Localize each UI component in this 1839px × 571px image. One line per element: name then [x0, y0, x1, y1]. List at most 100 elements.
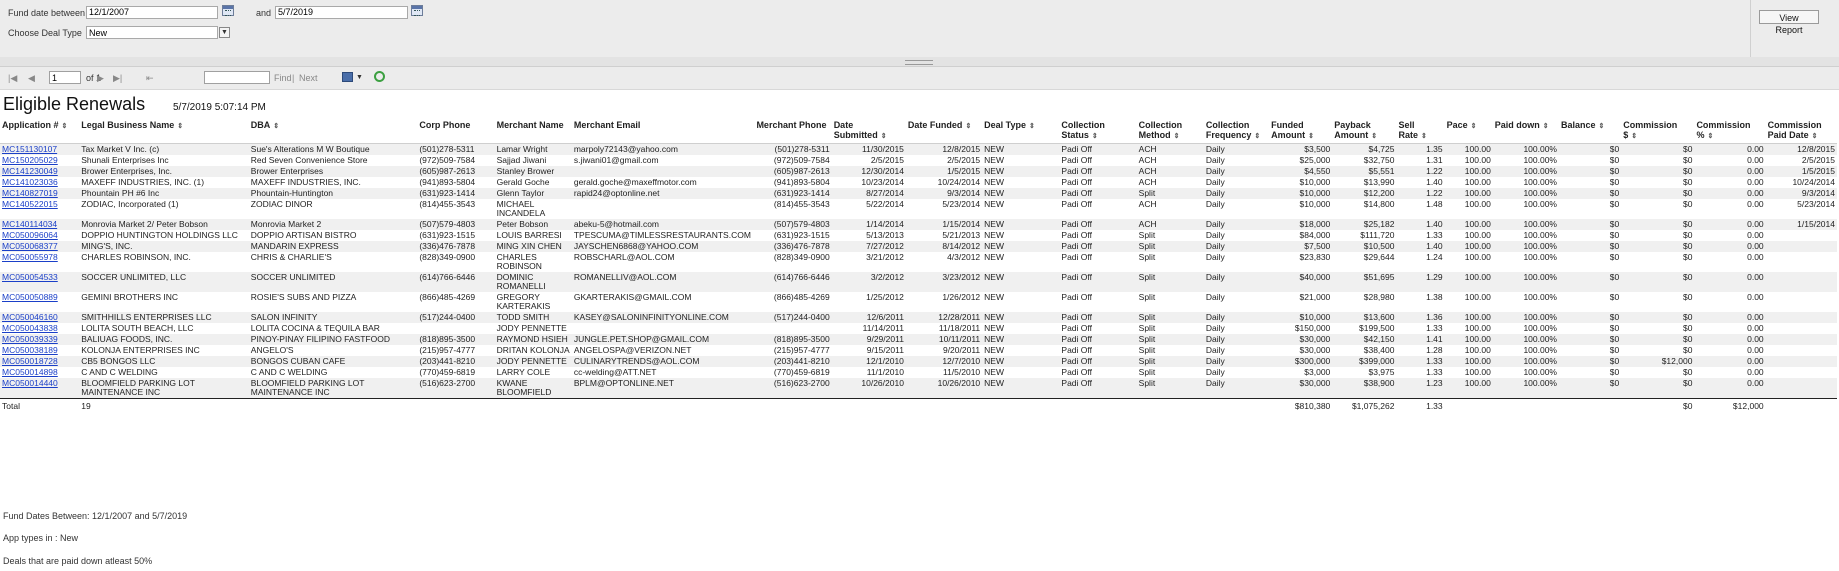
sort-icon[interactable]: ⇕: [1371, 133, 1377, 140]
sort-icon[interactable]: ⇕: [1812, 133, 1818, 140]
application-link[interactable]: MC141023036: [2, 177, 58, 187]
table-cell: $300,000: [1269, 356, 1333, 367]
calendar-icon[interactable]: [222, 5, 234, 16]
sort-icon[interactable]: ⇕: [1092, 133, 1098, 140]
sort-icon[interactable]: ⇕: [273, 123, 279, 130]
application-link[interactable]: MC050055978: [2, 252, 58, 262]
application-link[interactable]: MC141230049: [2, 166, 58, 176]
last-page-icon[interactable]: ▶|: [113, 73, 122, 84]
table-cell: 0.00: [1747, 177, 1764, 187]
chevron-down-icon[interactable]: ▼: [356, 74, 363, 81]
previous-page-icon[interactable]: ◀: [28, 73, 35, 84]
column-header[interactable]: Collection Frequency ⇕: [1203, 118, 1270, 144]
column-header[interactable]: Pace ⇕: [1444, 118, 1493, 144]
column-header[interactable]: DBA ⇕: [248, 118, 418, 144]
sort-icon[interactable]: ⇕: [1029, 123, 1035, 130]
application-link[interactable]: MC150205029: [2, 155, 58, 165]
column-header[interactable]: Commission Paid Date ⇕: [1765, 118, 1837, 144]
table-cell: 0.00: [1747, 367, 1764, 377]
page-number-input[interactable]: 1: [49, 71, 81, 84]
application-link[interactable]: MC050068377: [2, 241, 58, 251]
back-icon[interactable]: ⇤: [146, 73, 154, 84]
sort-icon[interactable]: ⇕: [881, 133, 887, 140]
sort-icon[interactable]: ⇕: [1631, 133, 1637, 140]
grip-icon[interactable]: [905, 60, 933, 65]
table-cell: 100.00: [1464, 292, 1491, 302]
column-header[interactable]: Sell Rate ⇕: [1396, 118, 1445, 144]
table-cell: $0: [1609, 199, 1620, 209]
application-link[interactable]: MC050050889: [2, 292, 58, 302]
application-link[interactable]: MC050043838: [2, 323, 58, 333]
sort-icon[interactable]: ⇕: [1471, 123, 1477, 130]
column-header[interactable]: Collection Status ⇕: [1059, 118, 1137, 144]
table-cell: 1/15/2014: [905, 219, 983, 230]
chevron-down-icon[interactable]: ▼: [219, 27, 230, 38]
export-icon[interactable]: [342, 72, 353, 82]
table-cell: s.jiwani01@gmail.com: [573, 155, 659, 165]
total-cell: $0: [1621, 398, 1695, 412]
total-cell: [905, 398, 983, 412]
sort-icon[interactable]: ⇕: [62, 123, 68, 130]
table-cell: Split: [1136, 188, 1204, 199]
application-link[interactable]: MC050018728: [2, 356, 58, 366]
sort-icon[interactable]: ⇕: [177, 123, 183, 130]
table-cell: CHRIS & CHARLIE'S: [250, 252, 332, 262]
table-cell: 3/2/2012: [831, 272, 906, 292]
fund-date-from-input[interactable]: [86, 6, 218, 19]
column-header[interactable]: Paid down ⇕: [1492, 118, 1559, 144]
sort-icon[interactable]: ⇕: [1174, 133, 1180, 140]
application-link[interactable]: MC050039339: [2, 334, 58, 344]
application-link[interactable]: MC050046160: [2, 312, 58, 322]
view-report-button[interactable]: View Report: [1759, 10, 1819, 35]
table-cell: $0: [1559, 188, 1622, 199]
sort-icon[interactable]: ⇕: [965, 123, 971, 130]
calendar-icon[interactable]: [411, 5, 423, 16]
column-header-label: Application #: [2, 120, 59, 130]
column-header-label: Balance: [1561, 120, 1596, 130]
fund-date-to-input[interactable]: [275, 6, 408, 19]
column-header[interactable]: Commission % ⇕: [1694, 118, 1766, 144]
parameter-splitter[interactable]: [0, 57, 1839, 67]
column-header[interactable]: Deal Type ⇕: [982, 118, 1060, 144]
application-link[interactable]: MC140827019: [2, 188, 58, 198]
sort-icon[interactable]: ⇕: [1254, 133, 1260, 140]
application-link[interactable]: MC151130107: [2, 144, 57, 154]
table-cell: (517)244-0400: [417, 312, 495, 323]
column-header[interactable]: Funded Amount ⇕: [1269, 118, 1333, 144]
column-header[interactable]: Application # ⇕: [0, 118, 80, 144]
application-link[interactable]: MC140114034: [2, 219, 57, 229]
sort-icon[interactable]: ⇕: [1707, 133, 1713, 140]
sort-icon[interactable]: ⇕: [1599, 123, 1605, 130]
table-cell: NEW: [984, 252, 1004, 262]
column-header[interactable]: Date Submitted ⇕: [831, 118, 906, 144]
application-link[interactable]: MC050014440: [2, 378, 58, 388]
first-page-icon[interactable]: |◀: [8, 73, 17, 84]
sort-icon[interactable]: ⇕: [1421, 133, 1427, 140]
column-header[interactable]: Payback Amount ⇕: [1332, 118, 1397, 144]
table-cell: NEW: [982, 272, 1060, 292]
sort-icon[interactable]: ⇕: [1308, 133, 1314, 140]
application-link[interactable]: MC050038189: [2, 345, 58, 355]
table-cell: 2/5/2015: [1801, 155, 1835, 165]
table-cell: $7,500: [1269, 241, 1333, 252]
next-link[interactable]: Next: [299, 73, 318, 83]
column-header[interactable]: Commission $ ⇕: [1621, 118, 1695, 144]
sort-icon[interactable]: ⇕: [1543, 123, 1549, 130]
table-cell: (631)923-1414: [754, 188, 832, 199]
column-header[interactable]: Date Funded ⇕: [905, 118, 983, 144]
application-link[interactable]: MC140522015: [2, 199, 58, 209]
deal-type-select[interactable]: New: [86, 26, 218, 39]
application-link[interactable]: MC050014898: [2, 367, 58, 377]
column-header[interactable]: Balance ⇕: [1559, 118, 1622, 144]
find-input[interactable]: [204, 71, 270, 84]
table-cell: Sajjad Jiwani: [496, 155, 547, 165]
application-link[interactable]: MC050096064: [2, 230, 58, 240]
application-link[interactable]: MC050054533: [2, 272, 58, 282]
table-cell: $28,980: [1363, 292, 1395, 302]
next-page-icon[interactable]: ▶: [97, 73, 104, 84]
column-header[interactable]: Legal Business Name ⇕: [79, 118, 249, 144]
refresh-icon[interactable]: [374, 71, 385, 82]
table-cell: 9/3/2014: [1765, 188, 1837, 199]
column-header[interactable]: Collection Method ⇕: [1136, 118, 1204, 144]
find-link[interactable]: Find: [274, 73, 292, 83]
